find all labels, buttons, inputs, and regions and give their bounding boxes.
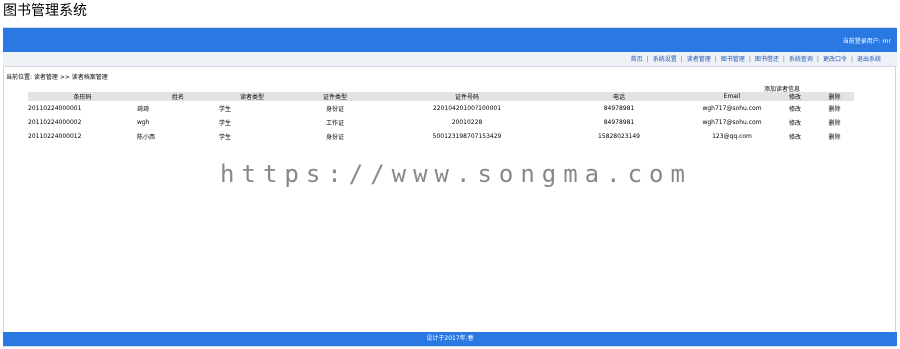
delete-link[interactable]: 删除 [815, 129, 854, 143]
column-header-id-type: 证件类型 [285, 92, 385, 101]
reader-table: 条形码 姓名 读者类型 证件类型 证件号码 电话 Email 修改 删除 201… [28, 92, 854, 143]
cell-reader-type: 学生 [219, 133, 232, 141]
menu-item-home[interactable]: 首页 [631, 56, 643, 63]
column-header-edit: 修改 [775, 92, 815, 101]
table-header-row: 条形码 姓名 读者类型 证件类型 证件号码 电话 Email 修改 删除 [28, 92, 854, 101]
menu-divider: | [646, 56, 649, 63]
cell-id-number: 20010228 [451, 118, 483, 126]
footer-bar: 设计于2017年.春 [3, 332, 897, 346]
cell-name: wgh [137, 118, 150, 126]
column-header-phone: 电话 [549, 92, 689, 101]
cell-email: wgh717@sohu.com [702, 118, 762, 126]
menu-item-reader-management[interactable]: 读者管理 [687, 56, 711, 63]
cell-barcode: 20110224000002 [28, 118, 82, 126]
footer-text: 设计于2017年.春 [426, 335, 474, 342]
menu-divider: | [850, 56, 853, 63]
page-title: 图书管理系统 [3, 3, 87, 19]
cell-email: wgh717@sohu.com [702, 104, 762, 112]
menu-divider: | [714, 56, 717, 63]
nav-menu-bar: 首页 | 系统设置 | 读者管理 | 图书管理 | 图书借还 | 系统查询 | 更改口令 | 退出系统 [3, 52, 897, 67]
menu-item-book-management[interactable]: 图书管理 [721, 56, 745, 63]
cell-id-type: 身份证 [325, 105, 344, 113]
menu-item-change-password[interactable]: 更改口令 [823, 56, 847, 63]
cell-id-type: 身份证 [325, 133, 344, 141]
top-header-bar: 当前登录用户: mr [3, 28, 897, 52]
table-row: 20110224000002 wgh 学生 工作证 20010228 84978… [28, 115, 854, 129]
delete-link[interactable]: 删除 [815, 115, 854, 129]
column-header-email: Email [689, 92, 775, 101]
table-row: 20110224000001 琦琦 学生 身份证 22010420100?100… [28, 101, 854, 115]
cell-reader-type: 学生 [219, 105, 232, 113]
menu-item-system-query[interactable]: 系统查询 [789, 56, 813, 63]
column-header-id-number: 证件号码 [385, 92, 549, 101]
cell-phone: 84978981 [603, 104, 635, 112]
edit-link[interactable]: 修改 [775, 101, 815, 115]
cell-email: 123@qq.com [712, 132, 752, 140]
menu-item-logout[interactable]: 退出系统 [857, 56, 881, 63]
edit-link[interactable]: 修改 [775, 115, 815, 129]
table-row: 20110224000012 陈小西 学生 身份证 50012319870715… [28, 129, 854, 143]
column-header-reader-type: 读者类型 [219, 92, 285, 101]
column-header-delete: 删除 [815, 92, 854, 101]
cell-id-number: 22010420100?100001 [432, 104, 502, 112]
cell-id-number: 500123198707153429 [432, 132, 502, 140]
nav-menu: 首页 | 系统设置 | 读者管理 | 图书管理 | 图书借还 | 系统查询 | 更改口令 | 退出系统 [631, 54, 881, 63]
menu-item-system-settings[interactable]: 系统设置 [653, 56, 677, 63]
cell-id-type: 工作证 [325, 119, 344, 127]
delete-link[interactable]: 删除 [815, 101, 854, 115]
menu-item-borrow-return[interactable]: 图书借还 [755, 56, 779, 63]
breadcrumb: 当前位置: 读者管理 >> 读者档案管理 [6, 74, 108, 81]
column-header-name: 姓名 [137, 92, 219, 101]
watermark-text: https://www.songma.com [220, 160, 692, 188]
column-header-barcode: 条形码 [28, 92, 137, 101]
cell-name: 陈小西 [137, 133, 156, 141]
menu-divider: | [748, 56, 751, 63]
menu-divider: | [816, 56, 819, 63]
cell-name: 琦琦 [137, 105, 150, 113]
cell-barcode: 20110224000001 [28, 104, 82, 112]
cell-reader-type: 学生 [219, 119, 232, 127]
menu-divider: | [680, 56, 683, 63]
cell-barcode: 20110224000012 [28, 132, 82, 140]
menu-divider: | [782, 56, 785, 63]
edit-link[interactable]: 修改 [775, 129, 815, 143]
cell-phone: 15828023149 [598, 132, 640, 140]
current-user-label: 当前登录用户: mr [842, 38, 891, 45]
cell-phone: 84978981 [603, 118, 635, 126]
